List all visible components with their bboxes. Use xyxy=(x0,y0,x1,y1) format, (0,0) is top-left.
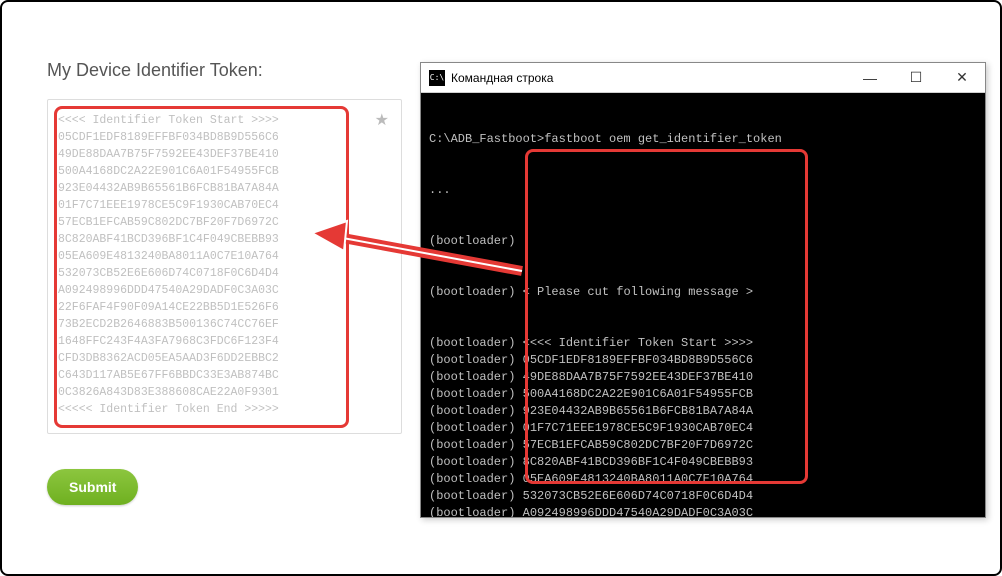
form-heading: My Device Identifier Token: xyxy=(47,60,427,81)
close-button[interactable]: ✕ xyxy=(939,63,985,92)
token-textarea[interactable] xyxy=(48,100,401,433)
token-textarea-container: ★ xyxy=(47,99,402,434)
cmd-line-dots: ... xyxy=(429,182,977,199)
cmd-token-line: (bootloader) 01F7C71EEE1978CE5C9F1930CAB… xyxy=(429,420,977,437)
cmd-token-line: (bootloader) 49DE88DAA7B75F7592EE43DEF37… xyxy=(429,369,977,386)
window-controls: — ☐ ✕ xyxy=(847,63,985,92)
command-prompt-window: C:\ Командная строка — ☐ ✕ C:\ADB_Fastbo… xyxy=(420,62,986,518)
cmd-output-body[interactable]: C:\ADB_Fastboot>fastboot oem get_identif… xyxy=(421,93,985,517)
cmd-token-line: (bootloader) 8C820ABF41BCD396BF1C4F049CB… xyxy=(429,454,977,471)
cmd-line-bootloader-empty: (bootloader) xyxy=(429,233,977,250)
cmd-line-prompt: C:\ADB_Fastboot>fastboot oem get_identif… xyxy=(429,131,977,148)
cmd-titlebar[interactable]: C:\ Командная строка — ☐ ✕ xyxy=(421,63,985,93)
cmd-token-line: (bootloader) 05EA609E4813240BA8011A0C7E1… xyxy=(429,471,977,488)
cmd-token-line: (bootloader) 500A4168DC2A22E901C6A01F549… xyxy=(429,386,977,403)
cmd-token-line: (bootloader) A092498996DDD47540A29DADF0C… xyxy=(429,505,977,517)
submit-button[interactable]: Submit xyxy=(47,469,138,505)
cmd-token-line: (bootloader) 57ECB1EFCAB59C802DC7BF20F7D… xyxy=(429,437,977,454)
page-container: My Device Identifier Token: ★ Submit C:\… xyxy=(0,0,1002,576)
cmd-line-cut-message: (bootloader) < Please cut following mess… xyxy=(429,284,977,301)
minimize-button[interactable]: — xyxy=(847,63,893,92)
cmd-token-line: (bootloader) 532073CB52E6E606D74C0718F0C… xyxy=(429,488,977,505)
cmd-token-line: (bootloader) 923E04432AB9B65561B6FCB81BA… xyxy=(429,403,977,420)
cmd-icon: C:\ xyxy=(429,70,445,86)
cmd-token-lines: (bootloader) <<<< Identifier Token Start… xyxy=(429,335,977,517)
cmd-token-line: (bootloader) 05CDF1EDF8189EFFBF034BD8B9D… xyxy=(429,352,977,369)
cmd-token-line: (bootloader) <<<< Identifier Token Start… xyxy=(429,335,977,352)
web-form-panel: My Device Identifier Token: ★ Submit xyxy=(47,60,427,505)
maximize-button[interactable]: ☐ xyxy=(893,63,939,92)
required-star-icon: ★ xyxy=(375,110,389,130)
cmd-title-text: Командная строка xyxy=(451,71,847,85)
